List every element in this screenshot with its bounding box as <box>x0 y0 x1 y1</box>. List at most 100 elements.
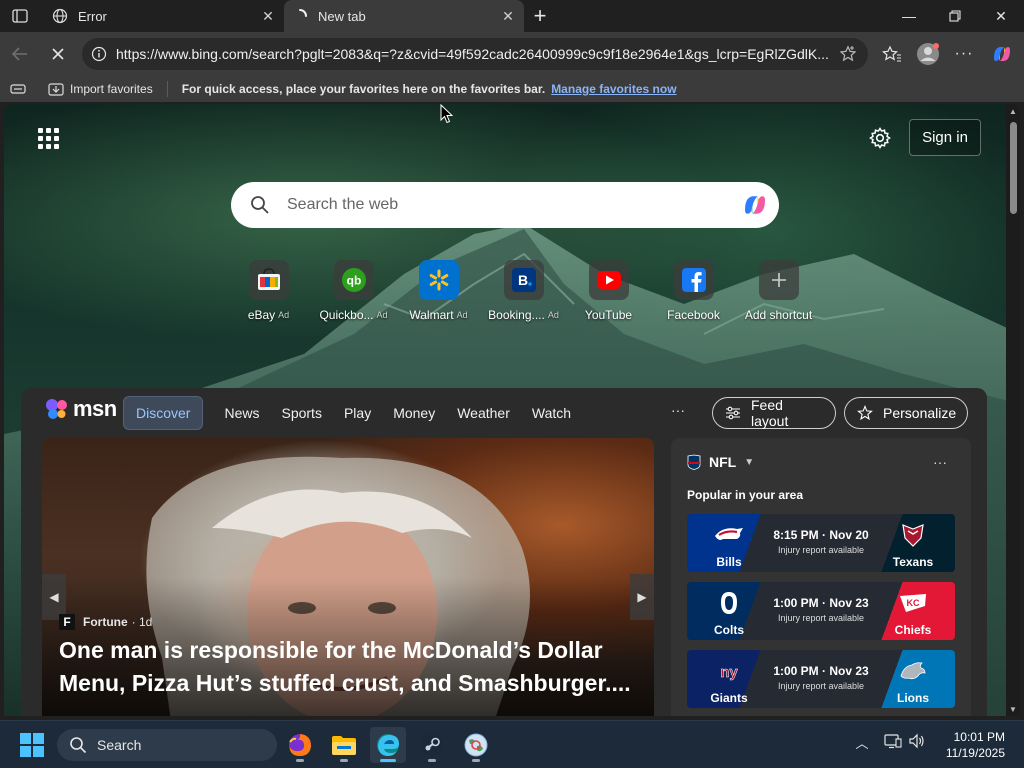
carousel-next-button[interactable]: ▶ <box>630 574 654 620</box>
folder-icon <box>332 736 356 755</box>
bills-logo-icon <box>713 522 745 548</box>
minimize-button[interactable]: — <box>886 0 932 32</box>
tab-actions-button[interactable] <box>8 6 32 26</box>
game-row[interactable]: Bills 8:15 PM · Nov 20 Injury report ava… <box>687 514 955 572</box>
url-text[interactable]: https://www.bing.com/search?pglt=2083&q=… <box>116 46 834 62</box>
volume-control[interactable] <box>906 733 928 749</box>
taskbar-file-explorer[interactable] <box>326 727 362 763</box>
feed-more-button[interactable]: ··· <box>671 402 685 418</box>
tab-new-tab[interactable]: New tab ✕ <box>284 0 524 32</box>
personalize-button[interactable]: Personalize <box>844 397 968 429</box>
tab-discover[interactable]: Discover <box>123 396 204 430</box>
firefox-icon <box>289 734 311 756</box>
new-tab-button[interactable]: + <box>528 3 552 28</box>
scroll-thumb[interactable] <box>1010 122 1017 214</box>
tab-error[interactable]: Error ✕ <box>44 0 284 32</box>
shortcut-quickbooks[interactable]: qb Quickbo... Ad <box>311 260 396 322</box>
steam-icon <box>421 734 443 756</box>
tab-money[interactable]: Money <box>382 396 446 430</box>
hero-story-card[interactable]: ◀ ▶ F Fortune · 1d One man is responsibl… <box>42 438 654 716</box>
nfl-more-button[interactable]: ··· <box>933 454 947 470</box>
tab-play[interactable]: Play <box>333 396 382 430</box>
shortcut-booking[interactable]: B Booking.... Ad <box>481 260 566 322</box>
story-title[interactable]: One man is responsible for the McDonald’… <box>59 634 639 700</box>
home-team: Bills <box>687 514 771 572</box>
address-bar[interactable]: https://www.bing.com/search?pglt=2083&q=… <box>82 38 868 70</box>
shortcut-facebook[interactable]: Facebook <box>651 260 736 322</box>
site-info-icon[interactable] <box>90 45 108 63</box>
tab-title: Error <box>78 8 107 24</box>
page-settings-button[interactable] <box>866 124 894 152</box>
chevron-up-icon: ︿ <box>855 736 869 751</box>
copilot-search-icon[interactable] <box>739 189 771 221</box>
windows-logo-icon <box>20 746 31 757</box>
close-tab-icon[interactable]: ✕ <box>258 6 278 26</box>
globe-icon <box>52 8 68 24</box>
taskbar-edge[interactable] <box>370 727 406 763</box>
texans-logo-icon <box>897 522 929 548</box>
favorites-button[interactable] <box>878 40 906 68</box>
shortcut-label: Quickbo... Ad <box>319 308 388 322</box>
apps-dot <box>45 143 51 149</box>
taskbar-search[interactable]: Search <box>57 729 277 761</box>
back-button[interactable] <box>6 40 34 68</box>
walmart-icon <box>418 260 459 300</box>
shortcut-label: YouTube <box>584 308 633 322</box>
tab-sports[interactable]: Sports <box>270 396 332 430</box>
plus-icon <box>758 260 799 300</box>
close-window-button[interactable]: ✕ <box>978 0 1024 32</box>
tab-actions-icon <box>12 9 28 23</box>
apps-dot <box>37 135 43 141</box>
close-tab-icon[interactable]: ✕ <box>498 6 518 26</box>
tab-watch[interactable]: Watch <box>521 396 582 430</box>
add-shortcut-button[interactable]: Add shortcut <box>736 260 821 322</box>
taskbar-app-globe[interactable] <box>458 727 494 763</box>
import-favorites-button[interactable]: Import favorites <box>48 82 153 96</box>
shortcut-walmart[interactable]: Walmart Ad <box>396 260 481 322</box>
shortcut-ebay[interactable]: eBay Ad <box>226 260 311 322</box>
taskbar-steam[interactable] <box>414 727 450 763</box>
system-clock[interactable]: 10:01 PM 11/19/2025 <box>935 729 1005 761</box>
game-info: 1:00 PM · Nov 23 Injury report available <box>773 664 869 691</box>
restore-icon <box>949 10 961 22</box>
nfl-scores-card: NFL ▼ ··· Popular in your area Bills 8:1… <box>671 438 971 716</box>
copilot-icon <box>994 47 1010 61</box>
scroll-up-arrow-icon[interactable]: ▲ <box>1008 106 1018 116</box>
settings-and-more-button[interactable]: ··· <box>950 40 978 68</box>
tab-news[interactable]: News <box>213 396 270 430</box>
sign-in-button[interactable]: Sign in <box>909 119 981 156</box>
apps-dot <box>53 127 59 133</box>
tab-weather[interactable]: Weather <box>446 396 521 430</box>
web-search-box[interactable] <box>231 182 779 228</box>
game-info: 8:15 PM · Nov 20 Injury report available <box>773 528 869 555</box>
scroll-down-arrow-icon[interactable]: ▼ <box>1008 704 1018 714</box>
feed-layout-button[interactable]: Feed layout <box>712 397 836 429</box>
quick-links: eBay Ad qb Quickbo... Ad Walmart Ad B Booki… <box>226 260 821 322</box>
plus-icon: + <box>533 3 547 28</box>
mouse-cursor-icon <box>440 104 454 124</box>
minimize-icon: — <box>902 8 916 24</box>
profile-button[interactable] <box>914 40 942 68</box>
svg-text:qb: qb <box>346 274 361 288</box>
start-button[interactable] <box>20 733 44 757</box>
add-favorite-icon[interactable] <box>834 40 862 68</box>
msn-logo[interactable]: msn <box>45 396 117 422</box>
copilot-button[interactable] <box>988 40 1016 68</box>
game-row[interactable]: ny Giants 1:00 PM · Nov 23 Injury report… <box>687 650 955 708</box>
favorites-folder-icon[interactable] <box>8 83 28 95</box>
page-scrollbar[interactable]: ▲ ▼ <box>1006 104 1020 716</box>
manage-favorites-link[interactable]: Manage favorites now <box>551 82 676 96</box>
apps-launcher-button[interactable] <box>34 124 62 152</box>
search-input[interactable] <box>287 196 739 214</box>
shortcut-youtube[interactable]: YouTube <box>566 260 651 322</box>
network-status[interactable] <box>882 733 904 749</box>
game-row[interactable]: Colts 1:00 PM · Nov 23 Injury report ava… <box>687 582 955 640</box>
chevron-right-icon: ▶ <box>637 590 647 604</box>
nfl-league-selector[interactable]: NFL ▼ <box>687 454 754 470</box>
restore-button[interactable] <box>932 0 978 32</box>
stop-loading-button[interactable] <box>44 40 72 68</box>
svg-text:B: B <box>517 272 527 288</box>
show-hidden-icons-button[interactable]: ︿ <box>852 733 872 752</box>
taskbar-firefox[interactable] <box>282 727 318 763</box>
league-name: NFL <box>709 454 737 470</box>
